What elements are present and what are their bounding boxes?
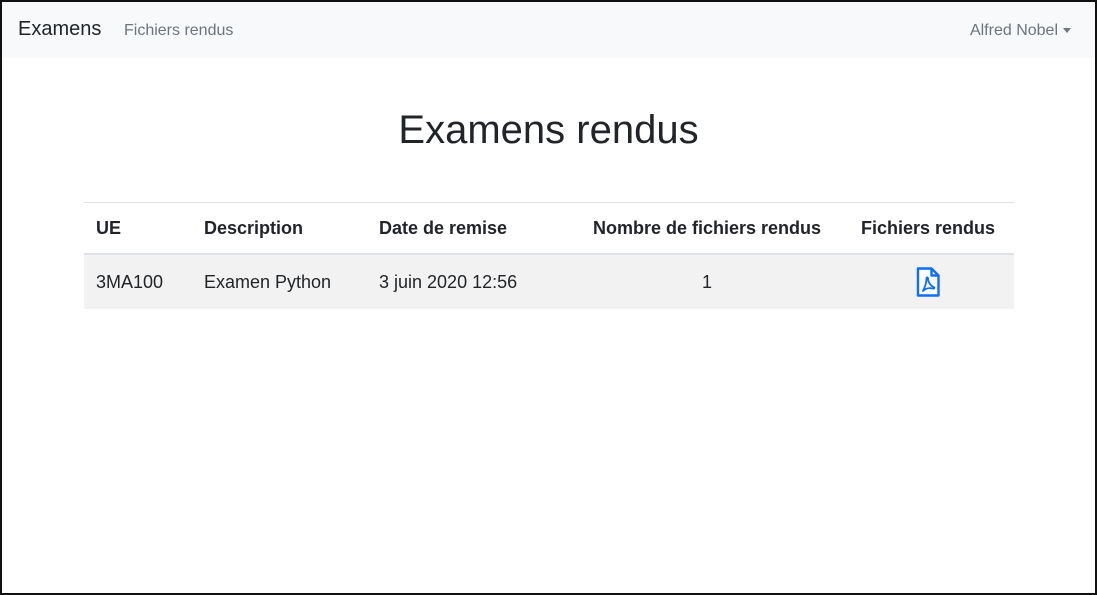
- table-body: 3MA100 Examen Python 3 juin 2020 12:56 1: [84, 254, 1014, 309]
- cell-description: Examen Python: [192, 254, 367, 309]
- caret-down-icon: [1063, 27, 1071, 33]
- table-header-row: UE Description Date de remise Nombre de …: [84, 202, 1014, 255]
- navbar-brand[interactable]: Examens: [18, 17, 101, 41]
- column-header-date: Date de remise: [367, 202, 572, 255]
- user-dropdown[interactable]: Alfred Nobel: [970, 21, 1071, 41]
- cell-files: [842, 254, 1014, 309]
- column-header-files: Fichiers rendus: [842, 202, 1014, 255]
- column-header-count: Nombre de fichiers rendus: [572, 202, 842, 255]
- cell-date: 3 juin 2020 12:56: [367, 254, 572, 309]
- nav-link-fichiers-rendus[interactable]: Fichiers rendus: [124, 21, 233, 41]
- user-name: Alfred Nobel: [969, 22, 1058, 39]
- navbar: Examens Fichiers rendus Alfred Nobel: [2, 2, 1095, 58]
- page-title: Examens rendus: [398, 108, 699, 152]
- file-pdf-icon[interactable]: [916, 267, 940, 297]
- cell-ue: 3MA100: [84, 254, 192, 309]
- exams-table: UE Description Date de remise Nombre de …: [84, 202, 1014, 309]
- column-header-description: Description: [192, 202, 367, 255]
- table-header: UE Description Date de remise Nombre de …: [84, 202, 1014, 255]
- column-header-ue: UE: [84, 202, 192, 255]
- browser-frame: Examens Fichiers rendus Alfred Nobel Exa…: [0, 0, 1097, 595]
- cell-count: 1: [572, 254, 842, 309]
- table-row: 3MA100 Examen Python 3 juin 2020 12:56 1: [84, 254, 1014, 309]
